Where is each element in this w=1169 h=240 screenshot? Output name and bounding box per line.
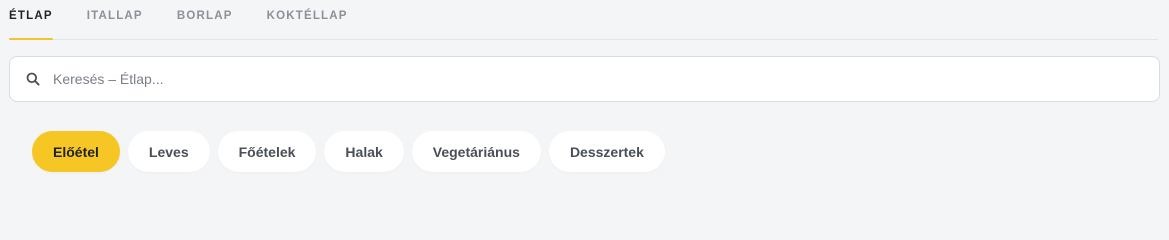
category-filter: Előétel Leves Főételek Halak Vegetáriánu… [32,131,665,172]
category-chip-halak[interactable]: Halak [324,131,404,172]
category-chip-desszertek[interactable]: Desszertek [548,131,665,172]
category-chip-foetelek[interactable]: Főételek [217,131,317,172]
tab-borlap[interactable]: BORLAP [177,0,233,39]
category-chip-leves[interactable]: Leves [127,131,210,172]
menu-tabs: ÉTLAP ITALLAP BORLAP KOKTÉLLAP [9,0,1158,40]
tab-koktellap[interactable]: KOKTÉLLAP [267,0,348,39]
tab-etlap[interactable]: ÉTLAP [9,0,53,40]
search-input[interactable] [53,59,1159,99]
search-bar[interactable] [9,56,1160,102]
tab-itallap[interactable]: ITALLAP [87,0,143,39]
search-icon [25,71,41,87]
category-chip-eloetel[interactable]: Előétel [32,131,120,172]
category-chip-vegetarianus[interactable]: Vegetáriánus [411,131,541,172]
